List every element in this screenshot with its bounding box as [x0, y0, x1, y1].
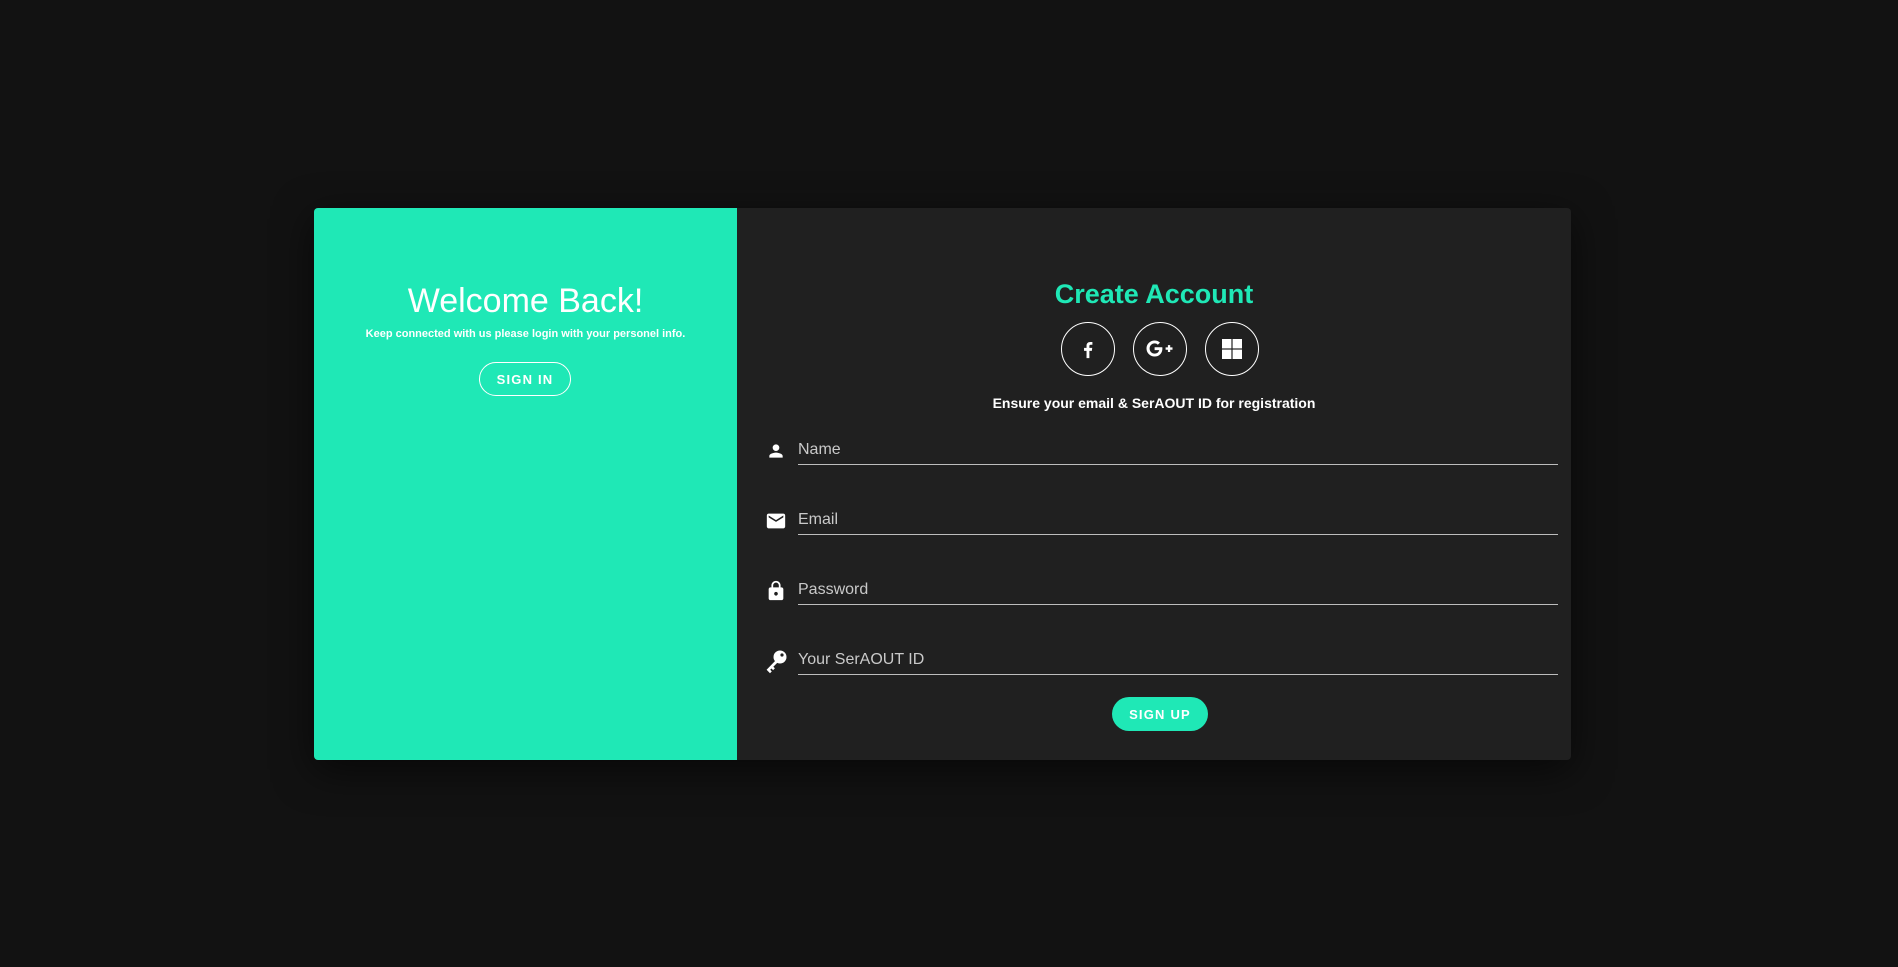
registration-note: Ensure your email & SerAOUT ID for regis…: [992, 395, 1316, 411]
welcome-panel: Welcome Back! Keep connected with us ple…: [314, 208, 737, 760]
google-plus-icon: [1146, 340, 1173, 357]
create-account-title: Create Account: [1054, 279, 1254, 309]
welcome-subtitle: Keep connected with us please login with…: [365, 328, 686, 340]
name-input[interactable]: [798, 436, 1558, 465]
email-field-row: [763, 506, 1558, 536]
welcome-title: Welcome Back!: [407, 282, 644, 320]
sign-up-button[interactable]: SIGN UP: [1112, 697, 1208, 731]
social-login-row: [1061, 322, 1261, 378]
sign-in-button[interactable]: SIGN IN: [479, 362, 571, 396]
facebook-icon: [1084, 341, 1093, 359]
windows-button[interactable]: [1205, 322, 1259, 376]
facebook-button[interactable]: [1061, 322, 1115, 376]
seraout-id-input[interactable]: [798, 646, 1558, 675]
lock-icon: [763, 578, 789, 604]
create-account-panel: Create Account Ensure your email & SerAO…: [737, 208, 1571, 760]
auth-card: Welcome Back! Keep connected with us ple…: [314, 208, 1571, 760]
name-field-row: [763, 436, 1558, 466]
password-field-row: [763, 576, 1558, 606]
key-icon: [763, 648, 789, 674]
google-plus-button[interactable]: [1133, 322, 1187, 376]
person-icon: [763, 438, 789, 464]
email-input[interactable]: [798, 506, 1558, 535]
password-input[interactable]: [798, 576, 1558, 605]
seraout-id-field-row: [763, 646, 1558, 676]
windows-icon: [1222, 339, 1242, 359]
mail-icon: [763, 508, 789, 534]
